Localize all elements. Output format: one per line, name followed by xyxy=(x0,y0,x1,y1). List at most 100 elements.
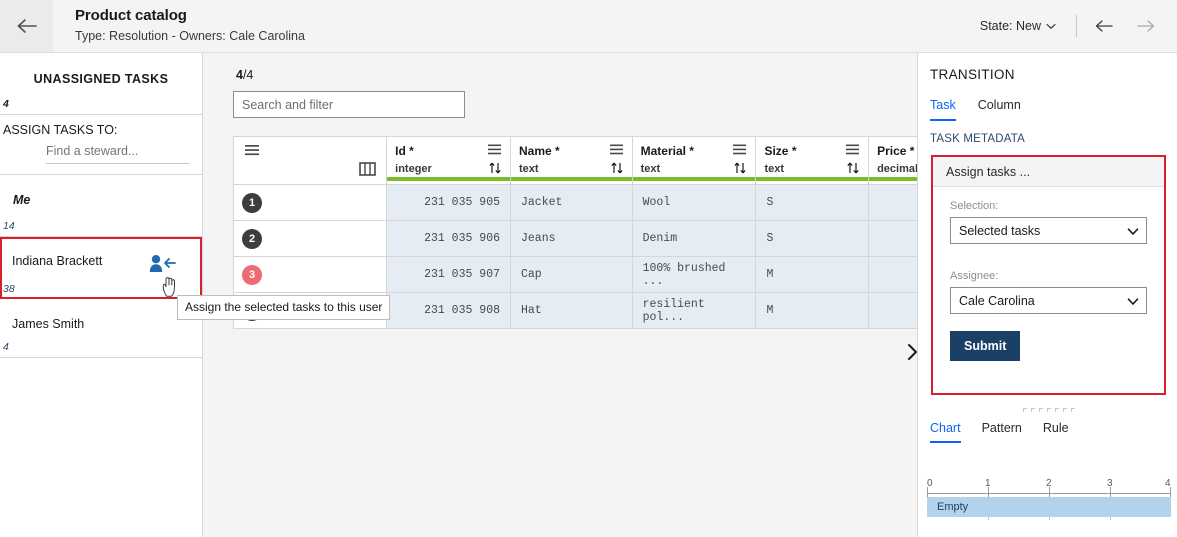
sidebar-steward-james-smith[interactable]: James Smith 4 xyxy=(0,299,202,358)
arrow-left-icon xyxy=(17,19,37,33)
column-type: text xyxy=(764,163,785,175)
column-name: Material * xyxy=(640,144,694,158)
assign-tasks-to-label: ASSIGN TASKS TO: xyxy=(3,123,118,137)
table-row[interactable]: 2 231 035 906 Jeans Denim S 1 xyxy=(233,220,917,257)
cell-material[interactable]: Wool xyxy=(632,184,757,221)
column-quality-bar xyxy=(387,177,510,181)
column-name: Name * xyxy=(519,144,560,158)
assign-tasks-card: Assign tasks ... Selection: Selected tas… xyxy=(931,155,1166,395)
chart-bar-empty[interactable]: Empty xyxy=(927,497,1171,517)
steward-count: 14 xyxy=(3,220,15,232)
cell-material[interactable]: resilient pol... xyxy=(632,292,757,329)
tab-column[interactable]: Column xyxy=(978,98,1021,121)
submit-button[interactable]: Submit xyxy=(950,331,1021,361)
chevron-down-icon xyxy=(1046,23,1056,29)
selection-dropdown[interactable]: Selected tasks xyxy=(950,217,1147,244)
column-header-material[interactable]: Material * text xyxy=(632,136,757,185)
cell-id[interactable]: 231 035 907 xyxy=(386,256,511,293)
columns-icon[interactable] xyxy=(359,161,376,182)
column-type: text xyxy=(640,163,661,175)
cell-id[interactable]: 231 035 908 xyxy=(386,292,511,329)
chart-x-axis: 0 1 2 3 4 xyxy=(925,478,1171,494)
cell-size[interactable]: S xyxy=(755,220,870,257)
column-header-id[interactable]: Id * integer xyxy=(386,136,511,185)
page-subtitle: Type: Resolution - Owners: Cale Carolina xyxy=(75,29,305,43)
data-table-container: Id * integer Name * text Material * text… xyxy=(233,136,917,384)
top-bar: Product catalog Type: Resolution - Owner… xyxy=(0,0,1177,53)
steward-search-input[interactable] xyxy=(46,144,207,158)
search-and-filter-input[interactable] xyxy=(233,91,465,118)
hamburger-menu-icon[interactable] xyxy=(244,143,260,162)
selection-label: Selection: xyxy=(950,200,999,212)
grid-dot-1 xyxy=(988,517,989,520)
cell-size[interactable]: M xyxy=(755,292,870,329)
hamburger-menu-icon[interactable] xyxy=(845,143,860,161)
back-button[interactable] xyxy=(0,0,53,52)
assign-tasks-to-section: ASSIGN TASKS TO: xyxy=(0,115,229,175)
table-row[interactable]: 1 231 035 905 Jacket Wool S 2 xyxy=(233,184,917,221)
column-name: Price * xyxy=(877,144,915,158)
steward-count: 4 xyxy=(3,341,9,353)
steward-name: James Smith xyxy=(12,317,85,331)
hamburger-menu-icon[interactable] xyxy=(732,143,747,161)
steward-name: Indiana Brackett xyxy=(12,254,103,268)
tab-chart[interactable]: Chart xyxy=(930,421,961,443)
row-select-cell[interactable]: 3 xyxy=(233,256,388,293)
task-metadata-label: TASK METADATA xyxy=(930,133,1026,145)
assign-user-icon[interactable] xyxy=(148,254,176,276)
record-count-total: /4 xyxy=(242,68,254,82)
steward-name: Me xyxy=(13,193,31,207)
cell-material[interactable]: 100% brushed ... xyxy=(632,256,757,293)
state-label: State: New xyxy=(979,19,1041,33)
cell-size[interactable]: M xyxy=(755,256,870,293)
panel-title: TRANSITION xyxy=(930,67,1015,82)
steward-search-row xyxy=(46,143,229,164)
redo-arrow-icon xyxy=(1137,20,1155,32)
cell-name[interactable]: Hat xyxy=(510,292,633,329)
cell-size[interactable]: S xyxy=(755,184,870,221)
cell-price[interactable]: 1 xyxy=(868,256,917,293)
cell-name[interactable]: Jacket xyxy=(510,184,633,221)
tab-task[interactable]: Task xyxy=(930,98,956,121)
cell-price[interactable]: 2 xyxy=(868,184,917,221)
record-count-current: 4 xyxy=(236,68,243,82)
cell-name[interactable]: Cap xyxy=(510,256,633,293)
cell-id[interactable]: 231 035 906 xyxy=(386,220,511,257)
row-badge: 1 xyxy=(242,193,262,213)
column-name: Id * xyxy=(395,144,414,158)
page-title: Product catalog xyxy=(75,7,187,24)
steward-count: 38 xyxy=(3,283,15,295)
row-select-cell[interactable]: 2 xyxy=(233,220,388,257)
record-count: 4/4 xyxy=(236,68,253,82)
assignee-dropdown[interactable]: Cale Carolina xyxy=(950,287,1147,314)
tab-rule[interactable]: Rule xyxy=(1043,421,1069,443)
chart-section-tabs: Chart Pattern Rule xyxy=(930,421,1069,443)
hamburger-menu-icon[interactable] xyxy=(609,143,624,161)
redo-button[interactable] xyxy=(1125,19,1165,33)
chart-bars: Empty xyxy=(927,497,1171,517)
assign-tasks-card-header[interactable]: Assign tasks ... xyxy=(933,157,1164,187)
cell-price[interactable]: 1 xyxy=(868,220,917,257)
state-dropdown[interactable]: State: New xyxy=(968,19,1068,33)
column-header-size[interactable]: Size * text xyxy=(755,136,870,185)
grid-dot-2 xyxy=(1049,517,1050,520)
distribution-chart: 0 1 2 3 4 Empty xyxy=(925,478,1171,537)
cell-name[interactable]: Jeans xyxy=(510,220,633,257)
transition-panel: TRANSITION Task Column TASK METADATA Ass… xyxy=(917,53,1177,537)
column-header-name[interactable]: Name * text xyxy=(510,136,633,185)
cell-price[interactable]: 1 xyxy=(868,292,917,329)
row-select-cell[interactable]: 1 xyxy=(233,184,388,221)
table-row[interactable]: 3 231 035 907 Cap 100% brushed ... M 1 xyxy=(233,256,917,293)
hamburger-menu-icon[interactable] xyxy=(487,143,502,161)
column-header-price[interactable]: Price * decimal xyxy=(868,136,917,185)
assignee-dropdown-wrap: Cale Carolina xyxy=(950,287,1147,314)
cell-material[interactable]: Denim xyxy=(632,220,757,257)
cell-id[interactable]: 231 035 905 xyxy=(386,184,511,221)
toolbar-divider xyxy=(1076,15,1077,37)
assignee-label: Assignee: xyxy=(950,270,999,282)
unassigned-tasks-count: 4 xyxy=(3,98,9,110)
tab-pattern[interactable]: Pattern xyxy=(982,421,1022,443)
drag-grip-icon[interactable] xyxy=(1023,408,1075,412)
undo-button[interactable] xyxy=(1085,19,1125,33)
sidebar-steward-me[interactable]: Me 14 xyxy=(0,175,202,237)
